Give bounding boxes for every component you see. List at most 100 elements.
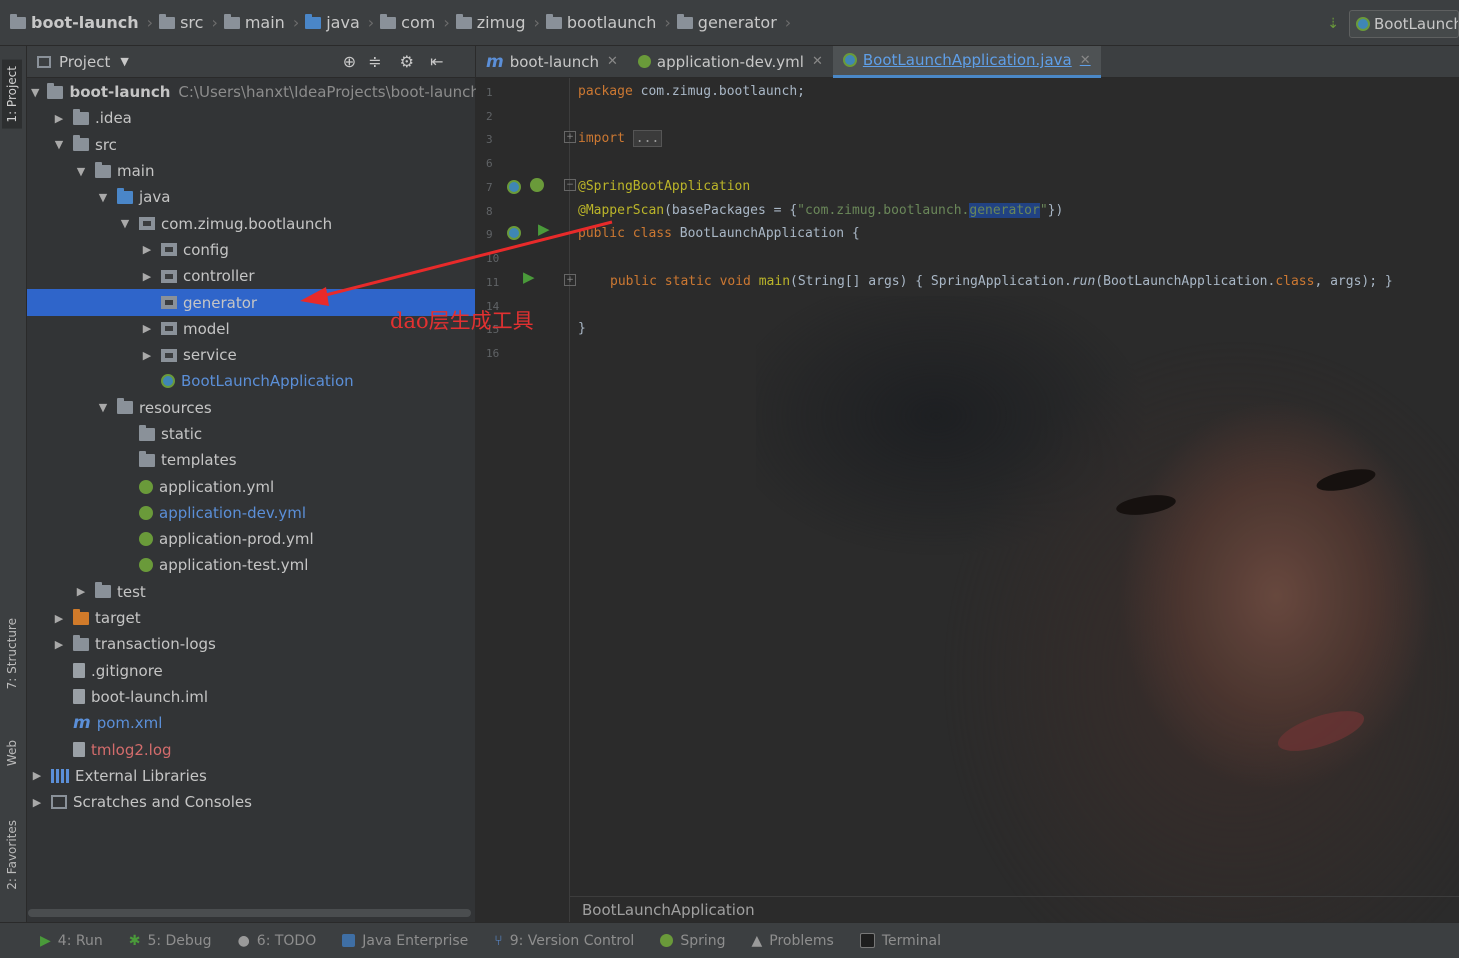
tree-node[interactable]: ▼ main [27,158,475,184]
tool-tab-version-control[interactable]: ⑂ 9: Version Control [494,933,634,949]
gear-icon[interactable]: ⚙ [400,52,414,71]
chevron-right-icon[interactable]: ▶ [141,270,153,283]
editor-breadcrumb-item[interactable]: BootLaunchApplication [582,901,755,919]
tree-node[interactable]: ▶ target [27,605,475,631]
breadcrumb-item-src[interactable]: src [159,13,203,32]
tree-node[interactable]: application-dev.yml [27,500,475,526]
code-line-9[interactable]: public class BootLaunchApplication { [578,226,860,241]
tree-node[interactable]: ▼ resources [27,395,475,421]
fold-icon[interactable]: + [564,131,576,143]
chevron-right-icon[interactable]: ▶ [141,349,153,362]
tree-node[interactable]: ▶ External Libraries [27,763,475,789]
code-line-15[interactable]: } [578,321,586,336]
spring-beans-icon[interactable] [530,178,544,192]
chevron-right-icon[interactable]: ▶ [75,585,87,598]
breadcrumb-item-main[interactable]: main [223,13,285,32]
toolbar-right: ⇣ BootLaunchApplication [1327,10,1459,38]
folder-icon [73,135,89,152]
folded-imports[interactable]: ... [632,130,663,147]
chevron-right-icon[interactable]: ▶ [53,612,65,625]
tree-node[interactable]: ▼ src [27,132,475,158]
fold-icon[interactable]: − [564,179,576,191]
tree-node[interactable]: ▶ controller [27,263,475,289]
tree-node-root[interactable]: ▼ boot-launch C:\Users\hanxt\IdeaProjects\… [27,79,480,105]
chevron-down-icon[interactable]: ▼ [97,401,109,414]
close-icon[interactable]: ✕ [1080,53,1091,68]
horizontal-scrollbar[interactable] [28,909,471,917]
code-line-7[interactable]: @SpringBootApplication [578,179,750,194]
tree-node[interactable]: static [27,421,475,447]
tree-node[interactable]: application-prod.yml [27,526,475,552]
breadcrumb-separator: › [211,13,218,32]
tree-node[interactable]: BootLaunchApplication [27,368,475,394]
tree-node[interactable]: application.yml [27,473,475,499]
tree-node[interactable]: ▶ .idea [27,105,475,131]
tree-node[interactable]: m pom.xml [27,710,475,736]
tree-node[interactable]: ▼ java [27,184,475,210]
tree-node[interactable]: ▶ test [27,579,475,605]
vcs-update-icon[interactable]: ⇣ [1327,16,1339,32]
code-line-11[interactable]: public static void main(String[] args) {… [610,274,1393,289]
chevron-right-icon[interactable]: ▶ [31,796,43,809]
code-line-8[interactable]: @MapperScan(basePackages = {"com.zimug.b… [578,203,1063,218]
chevron-down-icon[interactable]: ▼ [119,217,131,230]
hide-panel-icon[interactable]: ⇤ [430,52,443,71]
tab-boot-launch[interactable]: m boot-launch ✕ [476,46,628,78]
project-view-selector[interactable]: Project [59,53,110,71]
chevron-down-icon[interactable]: ▼ [75,165,87,178]
editor-tabs: m boot-launch ✕ application-dev.yml ✕ BootL… [476,46,1459,78]
tree-node[interactable]: ▶ config [27,237,475,263]
fold-icon[interactable]: + [564,274,576,286]
breadcrumb-separator: › [784,13,792,32]
tree-node[interactable]: ▶ service [27,342,475,368]
locate-icon[interactable]: ⊕ [343,52,356,71]
spring-bean-icon[interactable] [507,180,521,194]
folder-icon [139,450,155,467]
close-icon[interactable]: ✕ [812,54,823,69]
tree-node[interactable]: boot-launch.iml [27,684,475,710]
tool-tab-project[interactable]: 1: Project [2,60,22,129]
tab-bootlaunchapplication-java[interactable]: BootLaunchApplication.java ✕ [832,46,1101,78]
code-line-3[interactable]: import ... [578,130,663,147]
collapse-all-icon[interactable]: ≑ [368,52,381,71]
tool-tab-terminal[interactable]: Terminal [859,933,941,949]
breadcrumb-item-java[interactable]: java [305,13,360,32]
tool-tab-problems[interactable]: ▲ Problems [752,933,834,949]
chevron-right-icon[interactable]: ▶ [141,322,153,335]
tool-tab-structure[interactable]: 7: Structure [2,614,22,693]
breadcrumb-item-com[interactable]: com [380,13,435,32]
chevron-right-icon[interactable]: ▶ [53,112,65,125]
tool-tab-spring[interactable]: Spring [660,933,726,949]
tree-node[interactable]: ▶ Scratches and Consoles [27,789,475,815]
tool-tab-java-enterprise[interactable]: Java Enterprise [342,933,468,949]
run-icon[interactable]: ▶ [523,268,535,286]
tree-node[interactable]: ▶ transaction-logs [27,631,475,657]
tab-application-dev-yml[interactable]: application-dev.yml ✕ [628,46,833,78]
chevron-right-icon[interactable]: ▶ [31,769,43,782]
tree-node[interactable]: ▼ com.zimug.bootlaunch [27,210,475,236]
tool-tab-web[interactable]: Web [2,736,22,770]
chevron-down-icon[interactable]: ▼ [97,191,109,204]
chevron-right-icon[interactable]: ▶ [141,243,153,256]
tool-tab-todo[interactable]: ● 6: TODO [238,933,317,949]
chevron-down-icon[interactable]: ▼ [53,138,65,151]
run-configuration-selector[interactable]: BootLaunchApplication [1349,10,1459,38]
breadcrumb-item-bootlaunch[interactable]: bootlaunch [545,13,656,32]
chevron-down-icon[interactable]: ▼ [31,86,39,99]
tool-tab-run[interactable]: ▶ 4: Run [40,933,103,949]
breadcrumb-item-zimug[interactable]: zimug [455,13,525,32]
breadcrumb-item-generator[interactable]: generator [676,13,777,32]
run-icon[interactable]: ▶ [538,220,550,238]
breadcrumb-item-boot-launch[interactable]: boot-launch [10,13,139,32]
tool-tab-debug[interactable]: ✱ 5: Debug [129,933,212,949]
tree-node[interactable]: tmlog2.log [27,736,475,762]
tree-node[interactable]: application-test.yml [27,552,475,578]
tool-tab-favorites[interactable]: 2: Favorites [2,816,22,894]
code-line-1[interactable]: package com.zimug.bootlaunch; [578,84,805,99]
tree-node[interactable]: .gitignore [27,658,475,684]
spring-bean-icon[interactable] [507,226,521,240]
chevron-down-icon[interactable]: ▼ [120,55,128,68]
chevron-right-icon[interactable]: ▶ [53,638,65,651]
tree-node[interactable]: templates [27,447,475,473]
close-icon[interactable]: ✕ [607,54,618,69]
